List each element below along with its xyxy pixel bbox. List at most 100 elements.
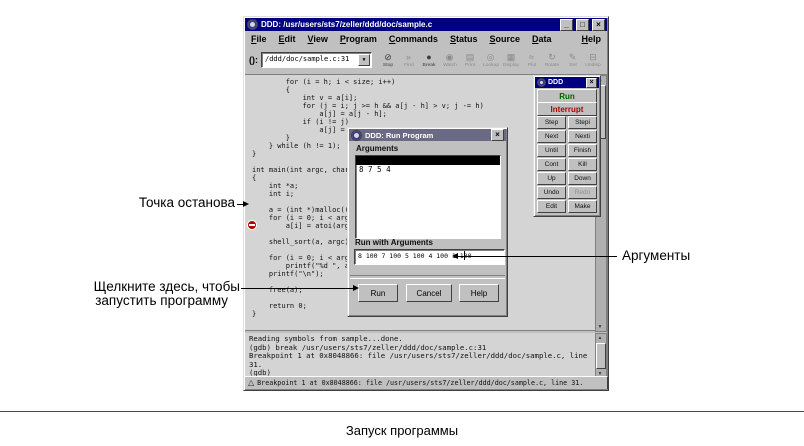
run-button[interactable]: Run [358, 284, 398, 302]
display-toolbar-button[interactable]: ▦Display [501, 53, 521, 68]
dialog-titlebar[interactable]: DDD: Run Program × [349, 129, 506, 141]
chevron-down-icon[interactable]: ▼ [358, 54, 370, 66]
watch-icon: ◉ [440, 53, 460, 62]
ddd-app-icon [537, 78, 546, 87]
redo-button[interactable]: Redo [568, 186, 597, 199]
print-icon: ▤ [460, 53, 480, 62]
maximize-icon[interactable]: □ [576, 19, 589, 31]
run-annotation-line2: запустить программу [40, 293, 228, 308]
plot-toolbar-button[interactable]: ≈Plot [522, 53, 542, 68]
console-scrollbar[interactable]: ▲ ▼ [595, 333, 607, 379]
lookup-icon: ◎ [481, 53, 501, 62]
menu-source[interactable]: Source [483, 33, 526, 45]
help-button[interactable]: Help [459, 284, 499, 302]
dialog-separator [350, 275, 505, 279]
run-with-arguments-label: Run with Arguments [355, 238, 433, 247]
step-button[interactable]: Step [537, 116, 566, 129]
list-item-selected[interactable] [356, 156, 500, 165]
print-toolbar-button[interactable]: ▤Print [460, 53, 480, 68]
undo-button[interactable]: Undo [537, 186, 566, 199]
run-arguments-input[interactable]: 8 100 7 100 5 100 4 100 1 100 [354, 249, 505, 265]
gdb-console-text[interactable]: Reading symbols from sample...done. (gdb… [245, 333, 597, 377]
dialog-title: DDD: Run Program [365, 131, 488, 140]
breakpoint-stop-icon[interactable] [247, 220, 257, 230]
console-scrollbar-thumb[interactable] [596, 343, 606, 369]
arguments-annotation: Аргументы [622, 248, 690, 263]
toolbar: (): /ddd/doc/sample.c:31 ▼ ⊘Stop »Find ●… [245, 46, 607, 75]
argument-field[interactable]: /ddd/doc/sample.c:31 ▼ [261, 52, 372, 68]
breakpoint-icon: ● [419, 53, 439, 62]
cont-button[interactable]: Cont [537, 158, 566, 171]
rotate-icon: ↻ [542, 53, 562, 62]
scroll-up-icon[interactable]: ▲ [596, 334, 604, 342]
edit-button[interactable]: Edit [537, 200, 566, 213]
menu-file[interactable]: File [245, 33, 273, 45]
arguments-annotation-line [458, 256, 617, 257]
close-icon[interactable]: × [586, 78, 597, 88]
arrow-right-icon [243, 201, 249, 207]
find-icon: » [399, 53, 419, 62]
menu-data[interactable]: Data [526, 33, 558, 45]
list-item[interactable]: 8 7 5 4 [356, 165, 500, 174]
kill-button[interactable]: Kill [568, 158, 597, 171]
figure-caption: Запуск программы [0, 423, 804, 438]
close-icon[interactable]: × [592, 19, 605, 31]
argument-prompt-label: (): [249, 55, 258, 65]
cancel-button[interactable]: Cancel [406, 284, 452, 302]
command-tool-titlebar[interactable]: DDD × [535, 77, 599, 88]
watch-toolbar-button[interactable]: ◉Watch [440, 53, 460, 68]
stepi-button[interactable]: Stepi [568, 116, 597, 129]
set-toolbar-button[interactable]: ✎Set [563, 53, 583, 68]
plot-icon: ≈ [522, 53, 542, 62]
arrow-right-icon [353, 285, 359, 291]
status-bar: △ Breakpoint 1 at 0x8048866: file /usr/u… [245, 376, 607, 389]
arguments-label: Arguments [356, 144, 398, 153]
main-titlebar[interactable]: DDD: /usr/users/sts7/zeller/ddd/doc/samp… [245, 18, 607, 31]
figure-canvas: DDD: /usr/users/sts7/zeller/ddd/doc/samp… [0, 0, 804, 446]
interrupt-button[interactable]: Interrupt [537, 102, 597, 116]
until-button[interactable]: Until [537, 144, 566, 157]
finish-button[interactable]: Finish [568, 144, 597, 157]
run-command-button[interactable]: Run [537, 89, 597, 103]
gdb-console[interactable]: Reading symbols from sample...done. (gdb… [245, 333, 597, 377]
menu-status[interactable]: Status [444, 33, 484, 45]
menu-commands[interactable]: Commands [383, 33, 444, 45]
set-icon: ✎ [563, 53, 583, 62]
figure-divider [0, 411, 804, 412]
undisplay-toolbar-button[interactable]: ⊟Undisp [583, 53, 603, 68]
menu-program[interactable]: Program [334, 33, 383, 45]
nexti-button[interactable]: Nexti [568, 130, 597, 143]
ddd-app-icon [351, 130, 362, 141]
break-toolbar-button[interactable]: ●Break [419, 53, 439, 68]
make-button[interactable]: Make [568, 200, 597, 213]
stop-icon: ⊘ [378, 53, 398, 62]
run-program-dialog: DDD: Run Program × Arguments 8 7 5 4 Run… [347, 127, 508, 317]
warning-triangle-icon: △ [248, 379, 254, 387]
display-icon: ▦ [501, 53, 521, 62]
window-title: DDD: /usr/users/sts7/zeller/ddd/doc/samp… [261, 20, 557, 29]
menu-view[interactable]: View [302, 33, 334, 45]
scroll-down-icon[interactable]: ▼ [596, 323, 604, 331]
rotate-toolbar-button[interactable]: ↻Rotate [542, 53, 562, 68]
ddd-app-icon [247, 19, 258, 30]
toolbar-icons: ⊘Stop »Find ●Break ◉Watch ▤Print ◎Lookup… [378, 53, 603, 68]
minimize-icon[interactable]: _ [560, 19, 573, 31]
arrow-left-icon [452, 253, 458, 259]
stop-toolbar-button[interactable]: ⊘Stop [378, 53, 398, 68]
breakpoint-annotation: Точка останова [95, 195, 235, 210]
down-button[interactable]: Down [568, 172, 597, 185]
close-icon[interactable]: × [491, 129, 504, 141]
run-annotation-line [241, 288, 353, 289]
menu-help[interactable]: Help [575, 33, 607, 45]
command-tool-window: DDD × Run Interrupt Step Stepi Next Next… [533, 75, 601, 217]
run-annotation-line1: Щелкните здесь, чтобы [40, 279, 240, 294]
arguments-history-list[interactable]: 8 7 5 4 [355, 155, 501, 239]
next-button[interactable]: Next [537, 130, 566, 143]
up-button[interactable]: Up [537, 172, 566, 185]
find-toolbar-button[interactable]: »Find [399, 53, 419, 68]
menubar: File Edit View Program Commands Status S… [245, 31, 607, 46]
lookup-toolbar-button[interactable]: ◎Lookup [481, 53, 501, 68]
menu-edit[interactable]: Edit [273, 33, 302, 45]
undisplay-icon: ⊟ [583, 53, 603, 62]
status-message: Breakpoint 1 at 0x8048866: file /usr/use… [257, 379, 583, 387]
